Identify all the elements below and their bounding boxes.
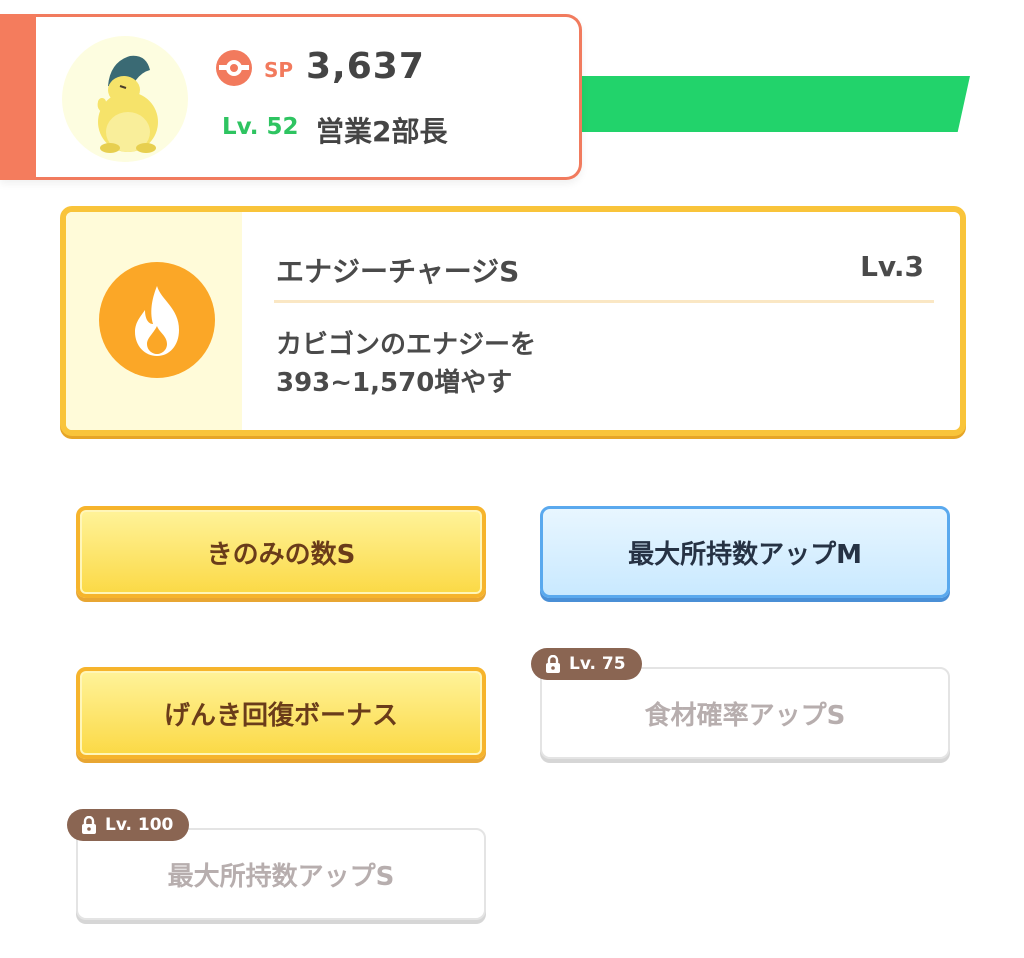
sub-skill-label: げんき回復ボーナス <box>163 700 398 731</box>
main-skill-name: エナジーチャージS <box>276 255 520 288</box>
flame-icon <box>99 262 215 378</box>
sub-skill-label: 最大所持数アップS <box>167 861 395 892</box>
sub-skill-label: きのみの数S <box>206 539 356 570</box>
main-skill-icon-panel <box>66 212 242 430</box>
pokeball-icon <box>216 50 252 86</box>
sub-skill-button-max-carry-m[interactable]: 最大所持数アップM <box>540 506 950 598</box>
main-skill-divider <box>274 300 934 303</box>
trainer-level: Lv. 52 <box>222 114 299 140</box>
main-skill-card[interactable]: エナジーチャージS Lv.3 カビゴンのエナジーを 393~1,570増やす <box>60 206 966 436</box>
flame-icon-graphic <box>135 286 179 356</box>
sub-skill-button-ingredient-finder-locked[interactable]: 食材確率アップS <box>540 667 950 759</box>
profile-accent-bar <box>0 14 36 180</box>
unlock-level-badge: Lv. 75 <box>531 648 642 680</box>
unlock-level-text: Lv. 100 <box>105 815 174 835</box>
sp-label: SP <box>264 58 294 82</box>
header-green-stripe <box>560 76 970 132</box>
rank-title: 営業2部長 <box>316 115 448 148</box>
sub-skill-button-max-carry-s-locked[interactable]: 最大所持数アップS <box>76 828 486 920</box>
lock-icon <box>81 815 97 834</box>
pokemon-avatar-illustration <box>97 55 158 153</box>
main-skill-level: Lv.3 <box>860 250 924 283</box>
main-skill-description: カビゴンのエナジーを 393~1,570増やす <box>276 326 536 402</box>
main-skill-description-line-2: 393~1,570増やす <box>276 368 513 398</box>
lock-icon <box>545 654 561 673</box>
unlock-level-text: Lv. 75 <box>569 654 626 674</box>
main-skill-description-line-1: カビゴンのエナジーを <box>276 330 537 360</box>
sub-skill-label: 最大所持数アップM <box>628 539 862 570</box>
pokemon-avatar-icon[interactable] <box>62 36 188 162</box>
sub-skill-label: 食材確率アップS <box>644 700 846 731</box>
sub-skill-button-berry-count[interactable]: きのみの数S <box>76 506 486 598</box>
unlock-level-badge: Lv. 100 <box>67 809 190 841</box>
sub-skill-button-energy-recovery[interactable]: げんき回復ボーナス <box>76 667 486 759</box>
sp-value: 3,637 <box>306 46 425 87</box>
